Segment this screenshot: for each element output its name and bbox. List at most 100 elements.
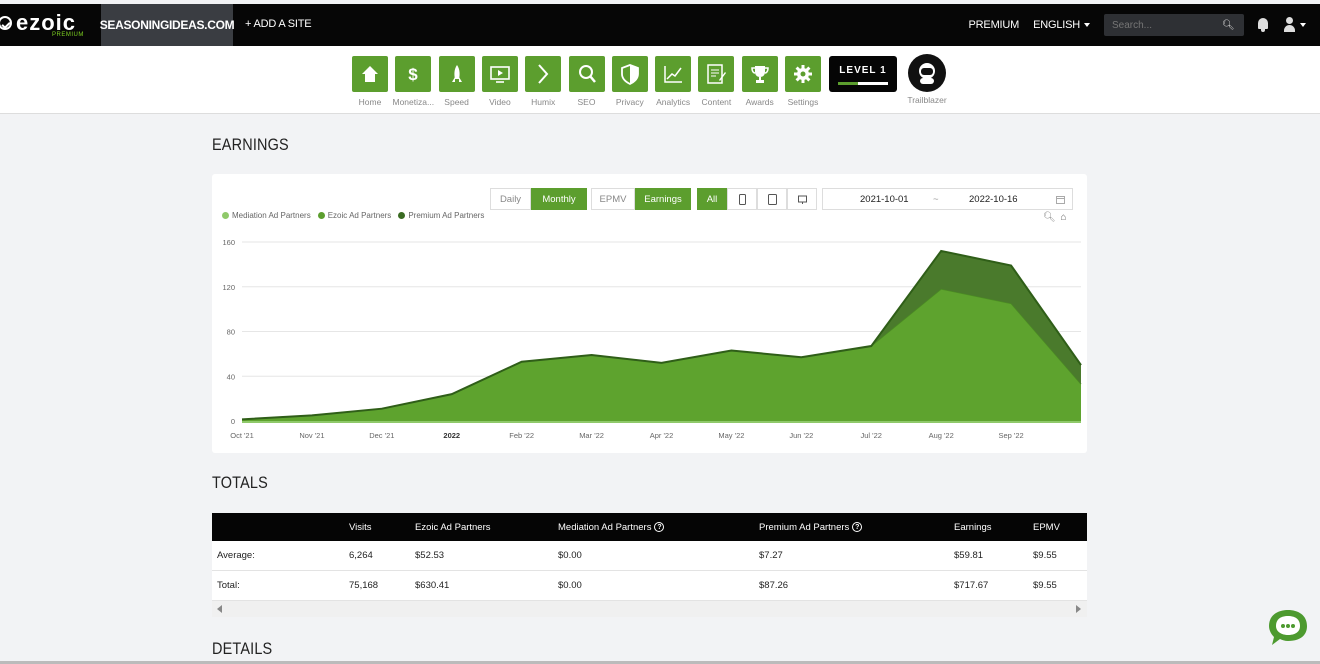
table-cell: $0.00 — [558, 580, 582, 591]
caret-down-icon — [1084, 23, 1090, 28]
nav-item-analytics[interactable]: Analytics — [651, 56, 695, 107]
help-icon[interactable]: ? — [654, 522, 665, 532]
date-range-picker[interactable]: 2021-10-01 ~ 2022-10-16 — [822, 188, 1073, 210]
column-header-label: Ezoic Ad Partners — [415, 521, 491, 533]
y-tick-label: 120 — [222, 283, 235, 292]
nav-item-awards[interactable]: Awards — [738, 56, 782, 107]
nav-item-humix[interactable]: Humix — [521, 56, 565, 107]
x-tick-label: Jul '22 — [861, 431, 882, 440]
table-row: Average: 6,264 $52.53 $0.00 $7.27 $59.81 $9.55 — [212, 541, 1087, 571]
x-tick-label: Sep '22 — [998, 431, 1023, 440]
search-box[interactable]: 🔍︎ — [1104, 14, 1244, 36]
trophy-icon — [741, 56, 778, 92]
search-icon[interactable]: 🔍︎ — [1222, 20, 1235, 31]
chat-bubble-icon[interactable] — [1266, 608, 1310, 648]
x-tick-label: Feb '22 — [509, 431, 534, 440]
logo-subtext: PREMIUM — [52, 32, 84, 38]
mobile-button[interactable] — [727, 188, 757, 210]
monthly-button[interactable]: Monthly — [531, 188, 587, 210]
x-tick-label: Apr '22 — [650, 431, 674, 440]
tablet-icon — [767, 193, 777, 205]
line-chart-icon — [655, 56, 692, 92]
nav-item-monetiza[interactable]: $ Monetiza... — [391, 56, 435, 107]
trailblazer-badge[interactable]: Trailblazer — [905, 54, 949, 105]
nav-item-label: Analytics — [656, 97, 691, 107]
gear-icon — [785, 56, 821, 92]
chart-zoom-controls: 🔍︎ ⌂ — [1043, 212, 1067, 223]
table-cell: $59.81 — [954, 550, 984, 561]
user-menu[interactable] — [1284, 17, 1308, 33]
area-series-ezoic-ad-partners — [242, 288, 1081, 421]
document-edit-icon — [698, 56, 735, 92]
scroll-right-icon[interactable] — [1076, 605, 1081, 613]
totals-title: TOTALS — [212, 473, 268, 492]
nav-item-home[interactable]: Home — [348, 56, 392, 107]
column-header: Mediation Ad Partners? — [558, 513, 665, 541]
earnings-title: EARNINGS — [212, 135, 289, 154]
help-icon[interactable]: ? — [852, 522, 863, 532]
y-tick-label: 0 — [231, 417, 235, 426]
table-cell: 6,264 — [349, 550, 373, 561]
desktop-button[interactable] — [787, 188, 817, 210]
daily-button[interactable]: Daily — [490, 188, 531, 210]
legend-item[interactable]: Ezoic Ad Partners — [317, 211, 391, 220]
table-horizontal-scrollbar[interactable] — [212, 601, 1087, 617]
level-badge[interactable]: LEVEL 1 — [829, 56, 897, 92]
x-tick-label: Jun '22 — [789, 431, 813, 440]
table-cell: $52.53 — [415, 550, 445, 561]
magnifier-icon — [568, 56, 605, 92]
column-header: Earnings — [954, 513, 992, 541]
table-cell: $0.00 — [558, 550, 582, 561]
chart-legend: Mediation Ad Partners Ezoic Ad Partners Pr… — [222, 211, 484, 220]
language-dropdown[interactable]: ENGLISH — [1033, 19, 1090, 31]
bell-icon[interactable] — [1256, 17, 1270, 33]
column-header-label: Mediation Ad Partners — [558, 521, 652, 533]
svg-text:$: $ — [409, 65, 419, 84]
y-tick-label: 40 — [227, 372, 235, 381]
ezoic-logo[interactable]: ezoic PREMIUM — [0, 4, 100, 46]
legend-dot-icon — [398, 212, 406, 219]
nav-item-label: Awards — [745, 97, 774, 107]
x-tick-label: Dec '21 — [369, 431, 394, 440]
tablet-button[interactable] — [757, 188, 787, 210]
legend-dot-icon — [222, 212, 229, 219]
details-title: DETAILS — [212, 639, 273, 658]
x-tick-label: Aug '22 — [929, 431, 954, 440]
video-icon — [481, 56, 518, 92]
nav-item-label: SEO — [577, 97, 596, 107]
language-label: ENGLISH — [1033, 19, 1080, 31]
zoom-icon[interactable]: 🔍︎ — [1043, 212, 1056, 223]
nav-item-settings[interactable]: Settings — [781, 56, 825, 107]
legend-label: Premium Ad Partners — [408, 211, 485, 220]
calendar-icon — [1056, 196, 1065, 204]
legend-item[interactable]: Premium Ad Partners — [398, 211, 484, 220]
nav-item-video[interactable]: Video — [478, 56, 522, 107]
premium-link[interactable]: PREMIUM — [969, 19, 1020, 31]
nav-item-label: Video — [489, 97, 511, 107]
nav-item-privacy[interactable]: Privacy — [608, 56, 652, 107]
nav-item-seo[interactable]: SEO — [565, 56, 609, 107]
totals-table: Visits Ezoic Ad Partners Mediation Ad Part… — [212, 513, 1087, 617]
table-cell: $9.55 — [1033, 580, 1057, 591]
all-devices-button[interactable]: All — [697, 188, 727, 210]
scroll-left-icon[interactable] — [217, 605, 222, 613]
nav-item-content[interactable]: Content — [694, 56, 738, 107]
date-separator: ~ — [933, 193, 939, 205]
reset-home-icon[interactable]: ⌂ — [1060, 212, 1066, 223]
home-icon — [352, 56, 388, 92]
nav-item-speed[interactable]: Speed — [435, 56, 479, 107]
epmv-button[interactable]: EPMV — [591, 188, 635, 210]
table-cell: $7.27 — [759, 550, 783, 561]
legend-item[interactable]: Mediation Ad Partners — [222, 211, 311, 220]
search-input[interactable] — [1112, 19, 1222, 31]
nav-item-label: Settings — [787, 97, 819, 107]
ezoic-logo-icon — [0, 16, 12, 30]
y-tick-label: 80 — [227, 328, 235, 337]
top-bar: ezoic PREMIUM SEASONINGIDEAS.COM + ADD A… — [0, 4, 1320, 46]
add-site-link[interactable]: + ADD A SITE — [245, 18, 312, 30]
site-selector[interactable]: SEASONINGIDEAS.COM — [100, 4, 235, 46]
earnings-button[interactable]: Earnings — [635, 188, 691, 210]
rocket-icon — [438, 56, 475, 92]
column-header-label: Visits — [349, 521, 372, 533]
astronaut-icon — [908, 54, 946, 92]
